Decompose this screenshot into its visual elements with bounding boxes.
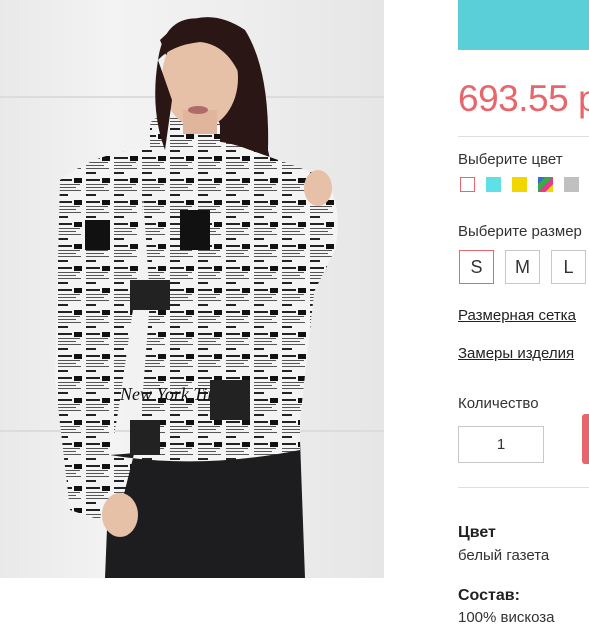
size-option-s[interactable]: S [459,250,494,284]
color-swatch-multicolor[interactable] [538,177,553,192]
spec-color-title: Цвет [458,524,496,541]
measurements-link[interactable]: Замеры изделия [458,345,574,362]
top-action-button[interactable] [458,0,589,50]
add-to-cart-button[interactable] [582,414,589,464]
color-swatch-white[interactable] [460,177,475,192]
spec-composition-title: Состав: [458,587,520,604]
size-select-label: Выберите размер [458,223,582,240]
color-select-label: Выберите цвет [458,151,563,168]
size-chart-link[interactable]: Размерная сетка [458,307,576,324]
quantity-input[interactable]: 1 [458,426,544,463]
color-swatch-turquoise[interactable] [486,177,501,192]
size-option-m[interactable]: M [505,250,540,284]
quantity-label: Количество [458,395,539,412]
spec-composition-value: 100% вискоза [458,609,555,626]
color-swatch-gray[interactable] [564,177,579,192]
color-swatch-yellow[interactable] [512,177,527,192]
divider [458,136,589,137]
size-option-l[interactable]: L [551,250,586,284]
product-price: 693.55 р [458,78,589,119]
divider [458,487,589,488]
model-illustration: New York Times [55,17,338,578]
spec-color-value: белый газета [458,547,550,564]
product-photo[interactable]: New York Times [0,0,384,578]
